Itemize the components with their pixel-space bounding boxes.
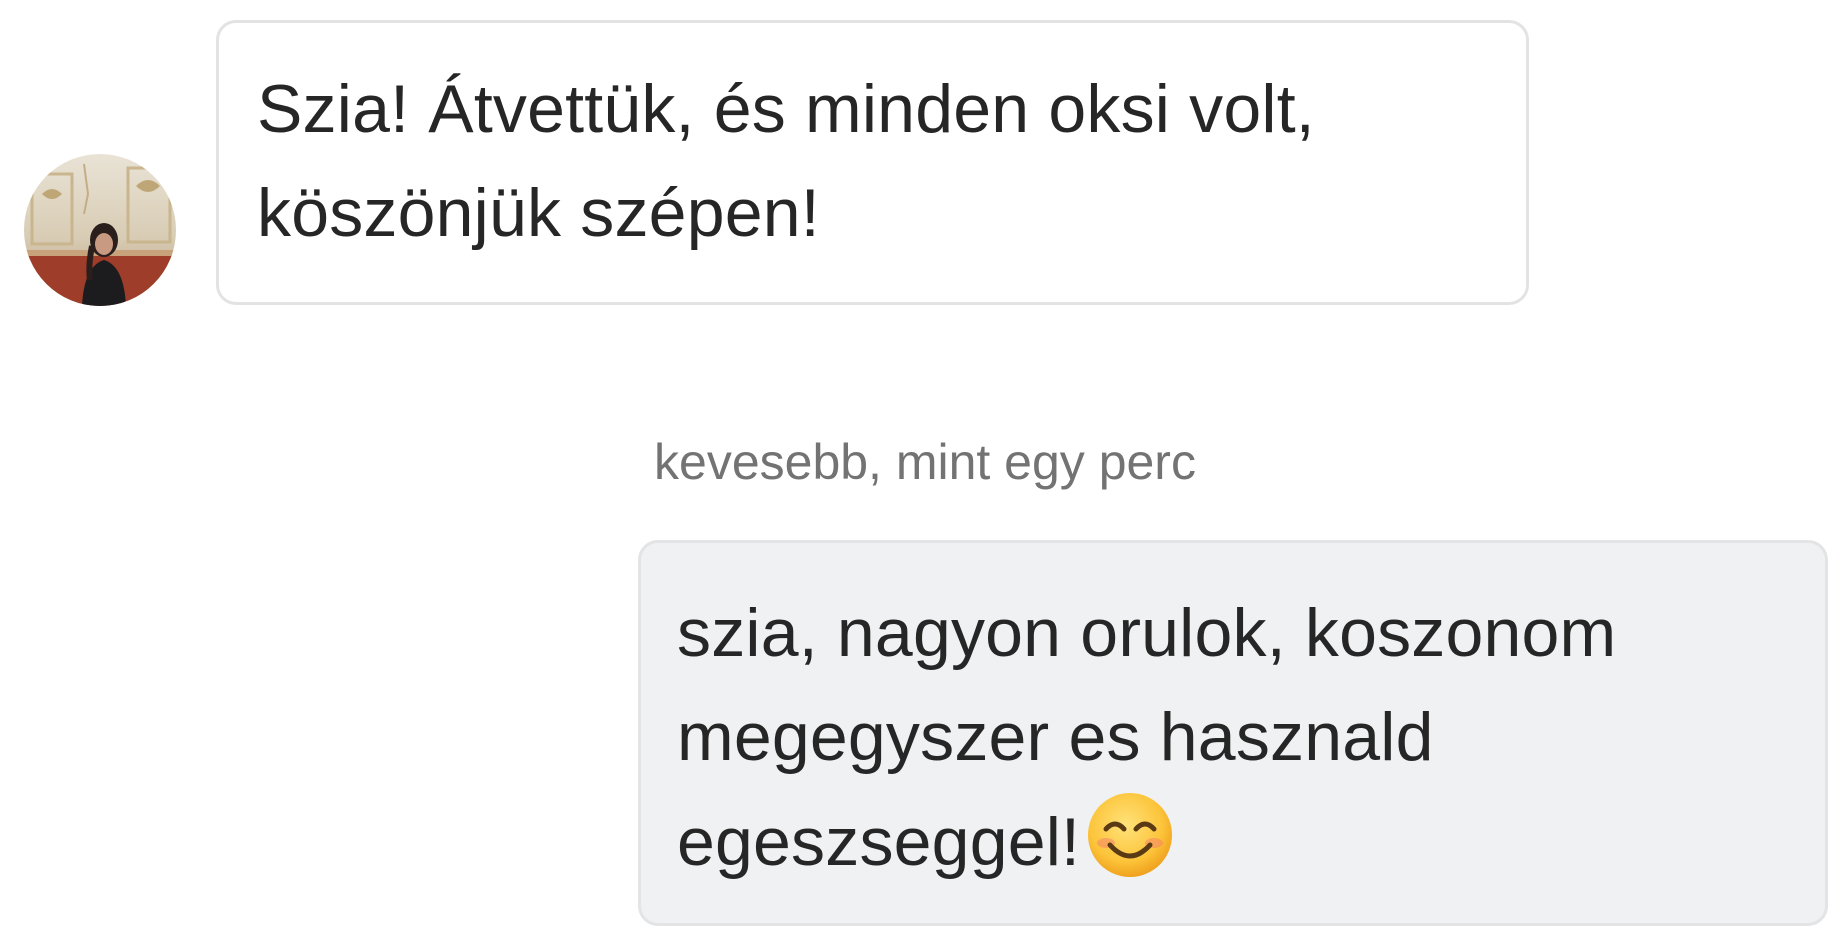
outgoing-message-bubble[interactable]: szia, nagyon orulok, koszonom megegyszer… — [638, 540, 1828, 926]
incoming-message-line: Szia! Átvettük, és minden oksi volt, — [257, 71, 1315, 147]
smiling-face-emoji-icon — [1084, 789, 1176, 881]
outgoing-message-text: egeszseggel! — [677, 804, 1081, 880]
outgoing-message-line: megegyszer es hasznald — [677, 699, 1434, 775]
message-timestamp: kevesebb, mint egy perc — [654, 434, 1196, 490]
outgoing-message-last-line: egeszseggel! — [677, 789, 1795, 894]
sender-avatar[interactable] — [24, 154, 176, 306]
outgoing-message-line: szia, nagyon orulok, koszonom — [677, 595, 1617, 671]
incoming-message-bubble[interactable]: Szia! Átvettük, és minden oksi volt, kös… — [216, 20, 1529, 305]
incoming-message-line: köszönjük szépen! — [257, 175, 820, 251]
